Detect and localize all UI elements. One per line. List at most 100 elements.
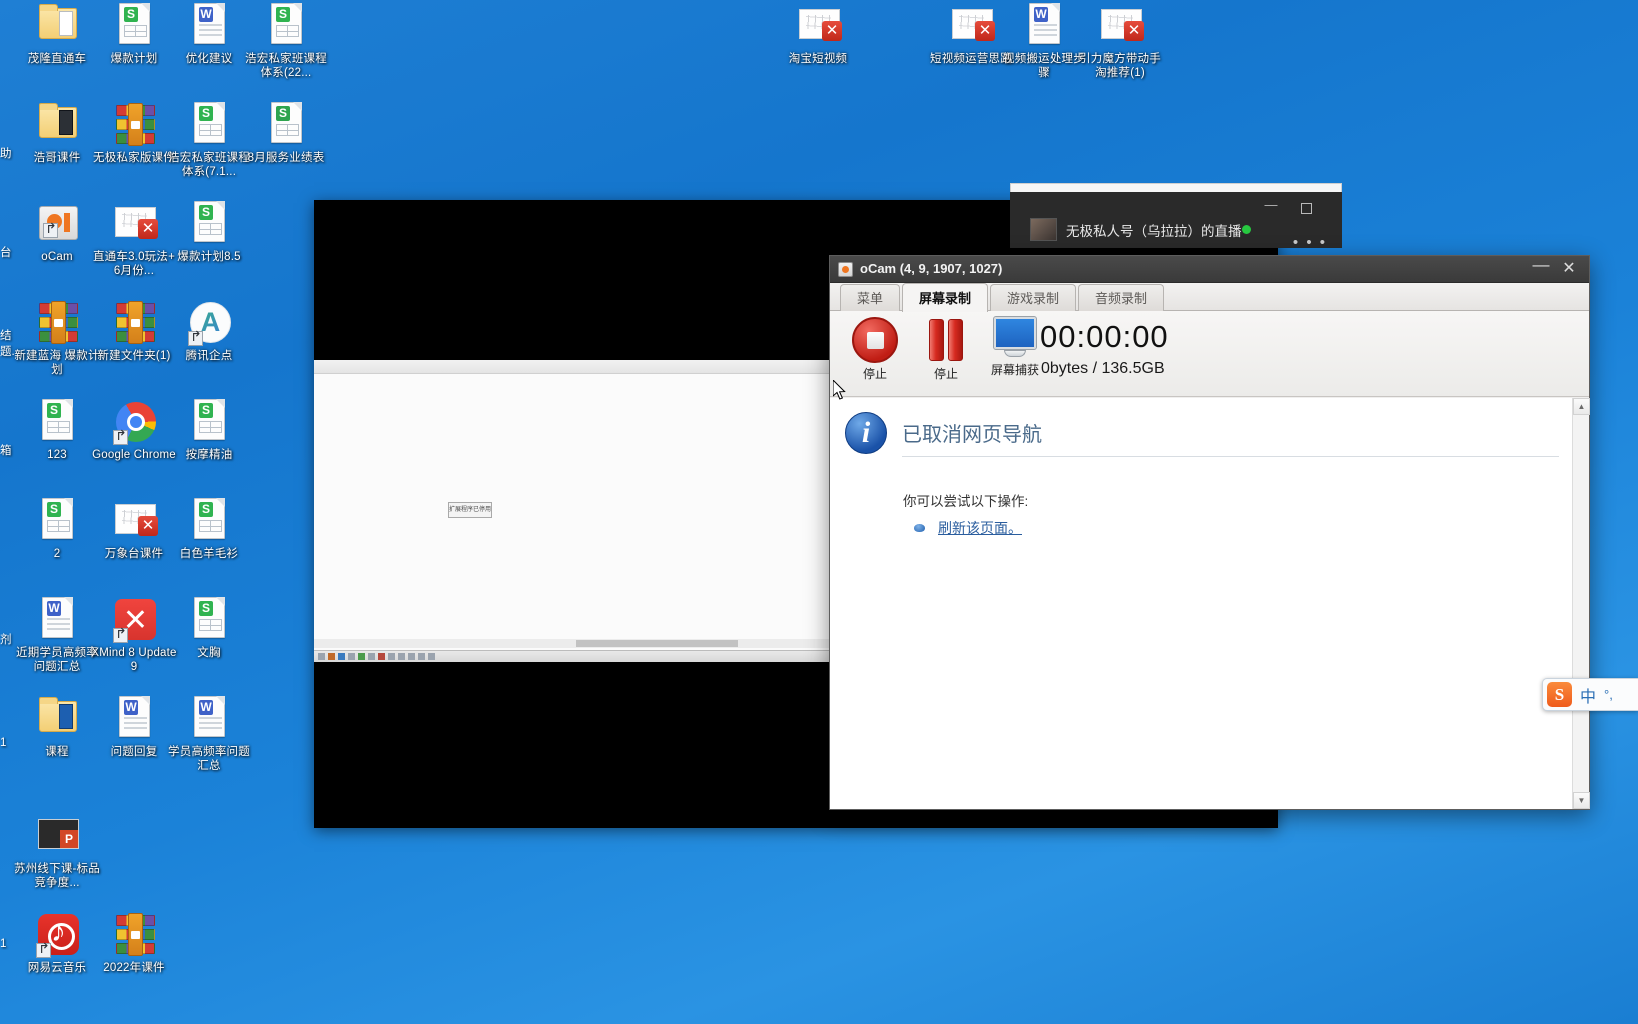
- desktop-icon[interactable]: ✕ 万象台课件: [91, 497, 177, 562]
- folder-icon: [39, 103, 77, 138]
- desktop-icon-label: Google Chrome: [92, 449, 176, 461]
- desktop-icon[interactable]: S 爆款计划8.5: [166, 200, 252, 265]
- divider: [902, 456, 1559, 457]
- desktop-icon-label: 引力魔方带动手淘推荐(1): [1079, 53, 1161, 79]
- desktop-icon[interactable]: W 学员高频率问题汇总: [166, 695, 252, 773]
- desktop-icon[interactable]: W 近期学员高频率问题汇总: [14, 596, 100, 674]
- desktop-icon[interactable]: S 白色羊毛衫: [166, 497, 252, 562]
- desktop-icon[interactable]: W 视频搬运处理步骤: [1001, 2, 1087, 80]
- pause-record-button[interactable]: 停止: [915, 317, 977, 382]
- stop-label: 停止: [862, 367, 887, 381]
- monitor-icon: [990, 316, 1040, 359]
- horizontal-scrollbar[interactable]: [314, 639, 829, 648]
- desktop-icon[interactable]: 无极私家版课件: [91, 101, 177, 166]
- desktop-icon-label: 直通车3.0玩法+6月份...: [92, 251, 175, 277]
- broken-image-icon: ✕: [952, 9, 995, 41]
- refresh-page-link[interactable]: 刷新该页面。: [938, 518, 1022, 538]
- maximize-icon[interactable]: [1301, 203, 1312, 214]
- desktop-icon-label: 浩宏私家班课程体系(22...: [245, 53, 327, 79]
- minimize-button[interactable]: —: [1529, 256, 1553, 279]
- minimize-icon[interactable]: —: [1263, 198, 1279, 214]
- document-icon: W: [119, 696, 150, 737]
- ime-mode-chinese[interactable]: 中: [1580, 683, 1596, 707]
- desktop-icon[interactable]: 2022年课件: [91, 911, 177, 976]
- embedded-browser-page[interactable]: 扩展程序已停用: [314, 360, 829, 650]
- desktop-icon-label: 问题回复: [110, 746, 158, 758]
- spreadsheet-icon: S: [194, 399, 225, 440]
- ocam-window[interactable]: oCam (4, 9, 1907, 1027) — ✕ 菜单 屏幕录制 游戏录制…: [829, 255, 1590, 810]
- tab-game-record[interactable]: 游戏录制: [990, 284, 1077, 311]
- desktop-icon-label-clipped: 1: [0, 737, 14, 749]
- icon-glyph: S: [185, 200, 233, 248]
- desktop-icon[interactable]: S 浩宏私家班课程体系(7.1...: [166, 101, 252, 179]
- desktop-icon[interactable]: S 爆款计划: [91, 2, 177, 67]
- spreadsheet-icon: S: [194, 201, 225, 242]
- desktop-icon[interactable]: S 按摩精油: [166, 398, 252, 463]
- desktop-icon[interactable]: 茂隆直通车: [14, 2, 100, 67]
- desktop-icon[interactable]: 课程: [14, 695, 100, 760]
- tab-menu[interactable]: 菜单: [840, 284, 901, 311]
- desktop-icon[interactable]: 浩哥课件: [14, 101, 100, 166]
- desktop-icon-label: 茂隆直通车: [27, 53, 87, 65]
- desktop-icon-label: 万象台课件: [104, 548, 164, 560]
- stop-record-button[interactable]: 停止: [844, 317, 906, 382]
- tab-audio-record[interactable]: 音频录制: [1078, 284, 1165, 311]
- error-title: 已取消网页导航: [902, 424, 1042, 446]
- desktop-icon[interactable]: W 优化建议: [166, 2, 252, 67]
- desktop-icon[interactable]: oCam: [14, 200, 100, 265]
- desktop-icon-label: 8月服务业绩表: [247, 152, 325, 164]
- document-icon: W: [194, 696, 225, 737]
- icon-glyph: [110, 911, 158, 959]
- desktop-icon[interactable]: S 123: [14, 398, 100, 463]
- icon-glyph: W: [1020, 2, 1068, 50]
- ocam-titlebar[interactable]: oCam (4, 9, 1907, 1027) — ✕: [830, 256, 1589, 283]
- desktop-icon-label: 网易云音乐: [27, 962, 87, 974]
- scroll-up-arrow[interactable]: ▲: [1573, 398, 1590, 415]
- desktop-icon[interactable]: P 苏州线下课-标品竞争度...: [14, 812, 100, 890]
- mouse-cursor: [833, 380, 846, 400]
- screen-capture-button[interactable]: 屏幕捕获: [984, 316, 1046, 378]
- desktop-icon-label-clipped: 剂: [0, 631, 14, 647]
- ime-punctuation-toggle[interactable]: °,: [1604, 687, 1613, 702]
- desktop-icon[interactable]: S 浩宏私家班课程体系(22...: [243, 2, 329, 80]
- desktop-icon[interactable]: ✕ 直通车3.0玩法+6月份...: [91, 200, 177, 278]
- document-icon: W: [194, 3, 225, 44]
- desktop-icon[interactable]: ✕ 引力魔方带动手淘推荐(1): [1077, 2, 1163, 80]
- desktop-icon-label: oCam: [41, 251, 73, 263]
- icon-glyph: ✕: [110, 200, 158, 248]
- desktop-icon[interactable]: W 问题回复: [91, 695, 177, 760]
- desktop-icon[interactable]: S 文胸: [166, 596, 252, 661]
- desktop-icon-label: 2022年课件: [103, 962, 165, 974]
- desktop-icon[interactable]: S 8月服务业绩表: [243, 101, 329, 166]
- spreadsheet-icon: S: [119, 3, 150, 44]
- ocam-toolbar: 停止 停止 屏幕捕获 00:00:00 0bytes / 136.5GB: [830, 311, 1589, 397]
- scroll-down-arrow[interactable]: ▼: [1573, 792, 1590, 809]
- desktop-icon[interactable]: XMind 8 Update 9: [91, 596, 177, 674]
- sogou-ime-bar[interactable]: S 中 °,: [1542, 678, 1638, 711]
- livestream-window[interactable]: 无极私人号（乌拉拉）的直播 — • • •: [1010, 183, 1342, 251]
- desktop-icon[interactable]: Google Chrome: [91, 398, 177, 463]
- desktop-icon-label-clipped: 箱: [0, 442, 14, 458]
- disk-size-info: 0bytes / 136.5GB: [1041, 360, 1165, 377]
- vertical-scrollbar[interactable]: ▲ ▼: [1572, 398, 1590, 809]
- tab-screen-record[interactable]: 屏幕录制: [902, 283, 989, 312]
- desktop-icon-label: 2: [53, 548, 61, 560]
- desktop-icon[interactable]: 腾讯企点: [166, 299, 252, 364]
- icon-glyph: [33, 911, 81, 959]
- more-options-icon[interactable]: • • •: [1293, 234, 1327, 251]
- extension-notice-button[interactable]: 扩展程序已停用: [448, 502, 492, 518]
- icon-glyph: W: [110, 695, 158, 743]
- desktop-icon[interactable]: S2: [14, 497, 100, 562]
- desktop-icon[interactable]: 新建文件夹(1): [91, 299, 177, 364]
- desktop-icon-label: 优化建议: [185, 53, 233, 65]
- broken-image-icon: ✕: [115, 207, 158, 239]
- desktop-icon[interactable]: 网易云音乐: [14, 911, 100, 976]
- desktop-icon[interactable]: 新建蓝海 爆款计划: [14, 299, 100, 377]
- close-button[interactable]: ✕: [1557, 259, 1581, 279]
- desktop-icon[interactable]: ✕ 淘宝短视频: [775, 2, 861, 67]
- icon-glyph: [33, 299, 81, 347]
- icon-glyph: S: [33, 497, 81, 545]
- spreadsheet-icon: S: [194, 597, 225, 638]
- clipped-label: 1: [0, 938, 7, 950]
- icon-glyph: P: [33, 812, 81, 860]
